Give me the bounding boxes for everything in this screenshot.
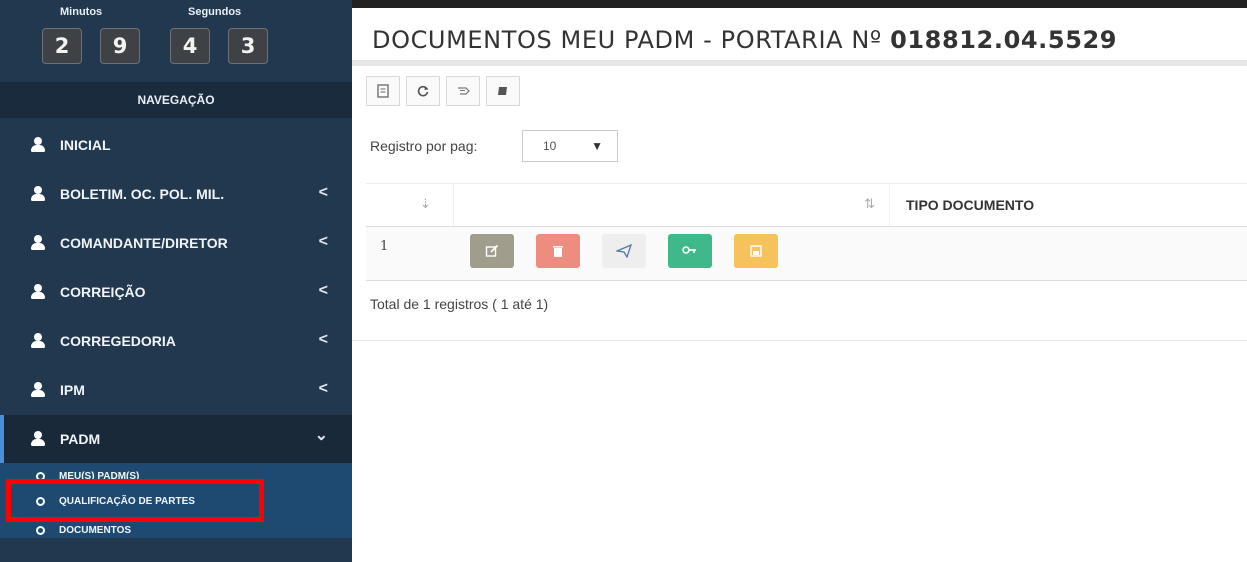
filter-button[interactable]	[446, 76, 480, 106]
sidebar-item-ipm[interactable]: IPM <	[0, 366, 352, 414]
total-records: Total de 1 registros ( 1 até 1)	[370, 296, 549, 312]
chevron-down-icon: ▼	[591, 139, 603, 153]
paper-plane-icon	[616, 244, 632, 258]
save-icon	[750, 245, 762, 257]
refresh-icon	[417, 85, 429, 97]
sidebar-item-label: PADM	[60, 431, 101, 447]
trash-icon	[553, 246, 563, 257]
user-icon	[30, 333, 46, 349]
timer-digit: 2	[42, 28, 82, 64]
key-icon	[682, 246, 696, 254]
sidebar-next-item	[0, 538, 352, 562]
timer-digit: 3	[228, 28, 268, 64]
chevron-down-icon: ⌄	[314, 427, 328, 444]
sidebar-item-inicial[interactable]: INICIAL	[0, 121, 352, 169]
sidebar-item-label: BOLETIM. OC. POL. MIL.	[60, 186, 225, 202]
nav-header: NAVEGAÇÃO	[0, 82, 352, 118]
session-timer: Minutos Segundos 2 9 4 3	[0, 0, 352, 80]
divider	[352, 340, 1247, 341]
user-icon	[30, 186, 46, 202]
sort-icon: ⇣	[420, 196, 431, 211]
chevron-left-icon: <	[318, 184, 328, 201]
per-page-label: Registro por pag:	[370, 138, 478, 154]
user-icon	[30, 284, 46, 300]
delete-button[interactable]	[536, 234, 580, 268]
sidebar-item-label: CORREGEDORIA	[60, 333, 176, 349]
user-icon	[30, 382, 46, 398]
book-button[interactable]	[486, 76, 520, 106]
timer-digit: 4	[170, 28, 210, 64]
column-header-tipo-documento[interactable]: TIPO DOCUMENTO	[906, 197, 1034, 213]
book-icon	[498, 87, 507, 95]
sidebar-item-boletim[interactable]: BOLETIM. OC. POL. MIL. <	[0, 170, 352, 218]
hand-pointer-icon	[458, 87, 470, 95]
app-root: Minutos Segundos 2 9 4 3 NAVEGAÇÃO INICI…	[0, 0, 1247, 562]
sidebar-item-comandante[interactable]: COMANDANTE/DIRETOR <	[0, 219, 352, 267]
active-indicator	[0, 415, 4, 463]
page-title: DOCUMENTOS MEU PADM - PORTARIA Nº 018812…	[372, 26, 1117, 54]
sidebar: Minutos Segundos 2 9 4 3 NAVEGAÇÃO INICI…	[0, 0, 352, 562]
user-icon	[30, 137, 46, 153]
per-page-select[interactable]: 10 ▼	[522, 130, 618, 162]
sidebar-item-label: IPM	[60, 382, 85, 398]
chevron-left-icon: <	[318, 282, 328, 299]
portaria-number: 018812.04.5529	[890, 26, 1118, 54]
chevron-left-icon: <	[318, 331, 328, 348]
table-row: 1	[366, 227, 1247, 281]
table-header: ⇣ ⇅ TIPO DOCUMENTO	[366, 183, 1247, 227]
key-button[interactable]	[668, 234, 712, 268]
column-header-actions[interactable]: ⇅	[454, 184, 890, 226]
per-page-value: 10	[543, 139, 557, 153]
minutes-label: Minutos	[60, 6, 103, 18]
edit-icon	[485, 244, 499, 257]
submenu-item-documentos[interactable]: DOCUMENTOS	[36, 525, 131, 536]
circle-icon	[36, 526, 45, 535]
user-icon	[30, 235, 46, 251]
user-icon	[30, 431, 46, 447]
toolbar	[366, 76, 526, 106]
main-content: DOCUMENTOS MEU PADM - PORTARIA Nº 018812…	[352, 0, 1247, 562]
sidebar-item-padm[interactable]: PADM ⌄	[0, 415, 352, 463]
sidebar-item-label: COMANDANTE/DIRETOR	[60, 235, 228, 251]
sidebar-item-label: INICIAL	[60, 137, 111, 153]
page-title-prefix: DOCUMENTOS MEU PADM - PORTARIA Nº	[372, 26, 891, 54]
submenu-item-label: DOCUMENTOS	[59, 525, 132, 536]
refresh-button[interactable]	[406, 76, 440, 106]
sidebar-item-correicao[interactable]: CORREIÇÃO <	[0, 268, 352, 316]
edit-button[interactable]	[470, 234, 514, 268]
chevron-left-icon: <	[318, 380, 328, 397]
column-header-num[interactable]: ⇣	[366, 184, 454, 226]
new-document-button[interactable]	[366, 76, 400, 106]
sidebar-item-corregedoria[interactable]: CORREGEDORIA <	[0, 317, 352, 365]
chevron-left-icon: <	[318, 233, 328, 250]
document-icon	[377, 84, 389, 98]
row-number: 1	[380, 239, 389, 254]
highlight-annotation	[6, 479, 264, 522]
seconds-label: Segundos	[188, 6, 242, 18]
title-divider	[352, 60, 1247, 66]
sort-icon: ⇅	[864, 196, 875, 211]
top-bar	[352, 0, 1247, 8]
timer-digit: 9	[100, 28, 140, 64]
send-button[interactable]	[602, 234, 646, 268]
save-button[interactable]	[734, 234, 778, 268]
sidebar-item-label: CORREIÇÃO	[60, 284, 146, 300]
